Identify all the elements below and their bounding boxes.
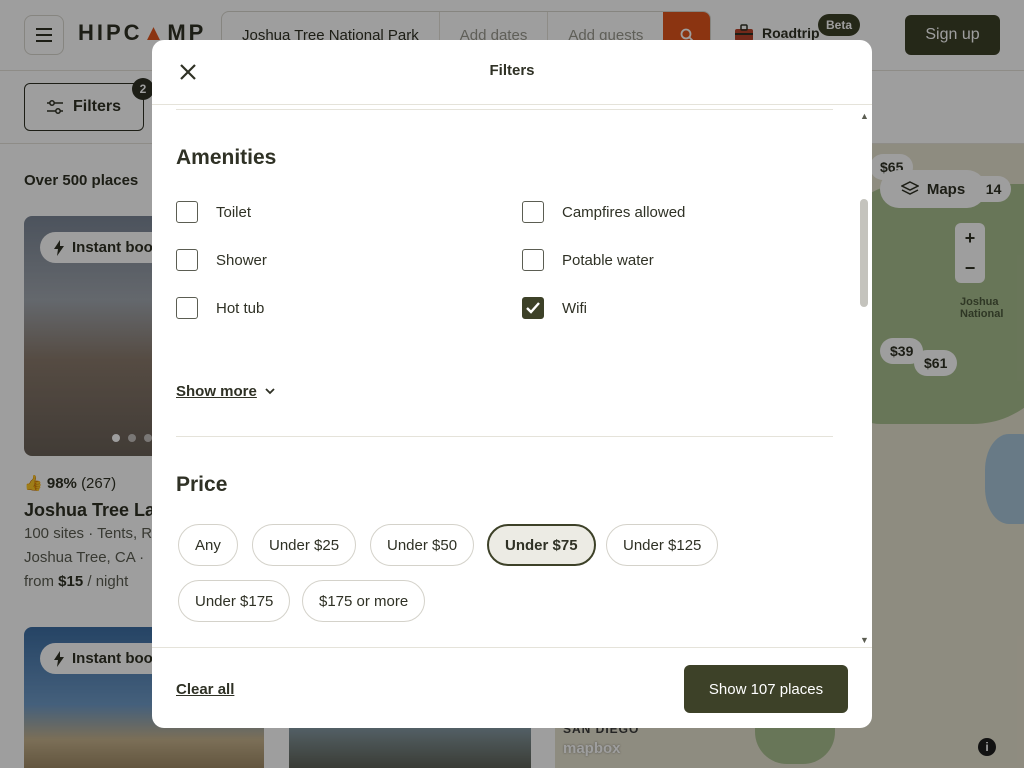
modal-title: Filters bbox=[489, 62, 535, 79]
show-places-button[interactable]: Show 107 places bbox=[684, 665, 848, 713]
amenities-heading: Amenities bbox=[176, 146, 277, 169]
filters-modal: Filters Amenities Toilet Campfires allow… bbox=[152, 40, 872, 728]
checkmark-icon bbox=[526, 302, 540, 314]
checkbox[interactable] bbox=[176, 297, 198, 319]
amenity-wifi[interactable]: Wifi bbox=[522, 297, 587, 319]
checkbox[interactable] bbox=[176, 201, 198, 223]
modal-body[interactable]: Amenities Toilet Campfires allowed Showe… bbox=[152, 105, 872, 647]
price-option-under-175[interactable]: Under $175 bbox=[178, 580, 291, 622]
section-divider bbox=[176, 109, 833, 110]
amenity-potable-water[interactable]: Potable water bbox=[522, 249, 654, 271]
checkbox[interactable] bbox=[522, 249, 544, 271]
price-option-under-125[interactable]: Under $125 bbox=[606, 524, 719, 566]
clear-all-button[interactable]: Clear all bbox=[176, 681, 234, 698]
checkbox-checked[interactable] bbox=[522, 297, 544, 319]
price-option-under-75[interactable]: Under $75 bbox=[487, 524, 596, 566]
checkbox[interactable] bbox=[176, 249, 198, 271]
amenity-campfires-allowed[interactable]: Campfires allowed bbox=[522, 201, 685, 223]
checkbox[interactable] bbox=[522, 201, 544, 223]
section-divider bbox=[176, 436, 833, 437]
amenity-shower[interactable]: Shower bbox=[176, 249, 267, 271]
price-option-175-or-more[interactable]: $175 or more bbox=[302, 580, 426, 622]
price-option-under-50[interactable]: Under $50 bbox=[370, 524, 475, 566]
price-heading: Price bbox=[176, 473, 228, 496]
modal-scrollbar[interactable]: ▲ ▼ bbox=[856, 105, 872, 647]
price-option-any[interactable]: Any bbox=[178, 524, 238, 566]
amenity-toilet[interactable]: Toilet bbox=[176, 201, 251, 223]
price-option-under-25[interactable]: Under $25 bbox=[252, 524, 357, 566]
modal-header: Filters bbox=[152, 40, 872, 105]
scroll-down-arrow[interactable]: ▼ bbox=[860, 635, 869, 645]
amenity-hot-tub[interactable]: Hot tub bbox=[176, 297, 264, 319]
modal-footer: Clear all Show 107 places bbox=[152, 647, 872, 728]
chevron-down-icon bbox=[265, 388, 275, 395]
scroll-up-arrow[interactable]: ▲ bbox=[860, 111, 869, 121]
show-more-link[interactable]: Show more bbox=[176, 383, 275, 400]
scrollbar-thumb[interactable] bbox=[860, 199, 868, 307]
